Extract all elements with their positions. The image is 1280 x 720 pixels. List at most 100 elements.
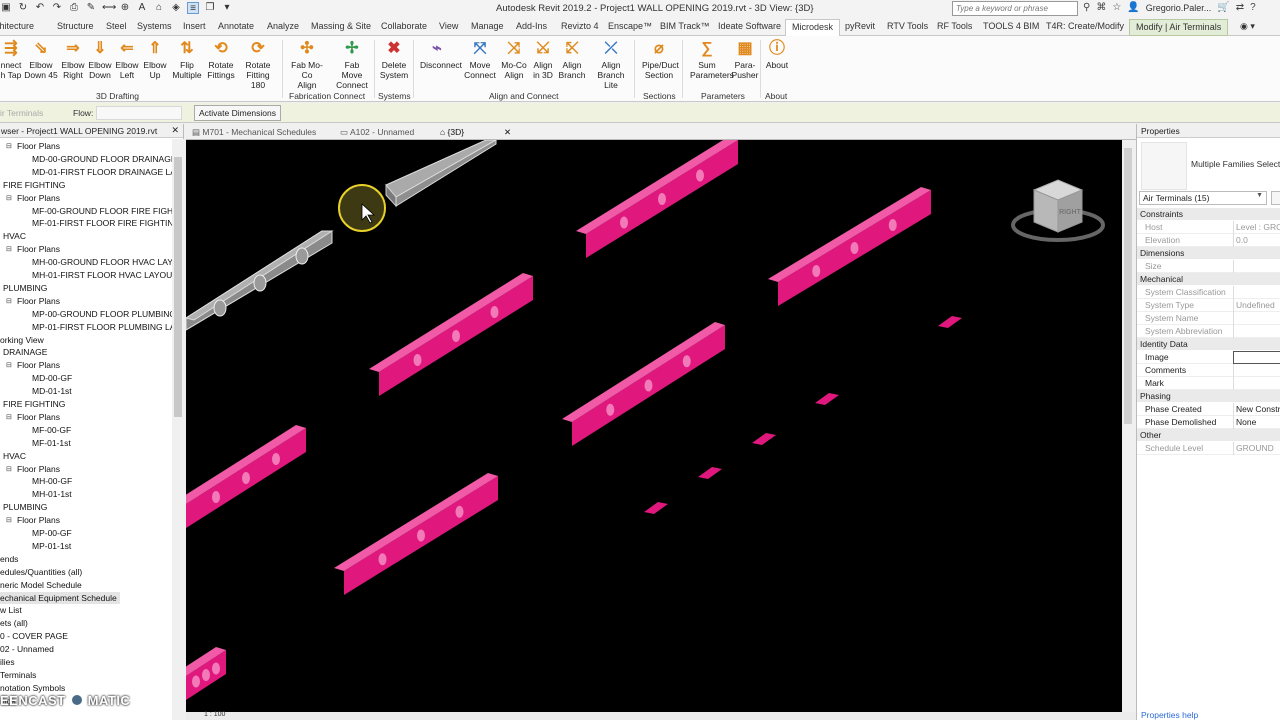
duct-segment-upper[interactable] [385, 140, 498, 208]
user-name[interactable]: Gregorio.Paler... [1146, 3, 1212, 13]
rotate-fittings-button[interactable]: ⟲ Rotate Fittings [204, 38, 238, 88]
about-button[interactable]: ⓘ About [760, 38, 794, 88]
properties-section-header[interactable]: Phasing [1137, 390, 1280, 402]
browser-tree-item[interactable]: HVAC [3, 450, 26, 462]
3d-view-icon[interactable]: ⌂ [153, 2, 165, 14]
browser-tree-item[interactable]: neric Model Schedule [0, 579, 82, 591]
browser-tree-item[interactable]: HVAC [3, 230, 26, 242]
browser-tree-item[interactable]: Floor Plans [17, 463, 60, 475]
delete-system-button[interactable]: ✖ Delete System [377, 38, 411, 88]
fab-move-connect-button[interactable]: ✢ Fab Move Connect [335, 38, 369, 90]
browser-tree-item[interactable]: 0 - COVER PAGE [0, 630, 68, 642]
tab-3d-view[interactable]: ⌂ {3D} ✕ [440, 127, 511, 138]
tag-icon[interactable]: ⊕ [119, 2, 131, 14]
browser-tree-item[interactable]: 02 - Unnamed [0, 643, 54, 655]
tab-tools-4-bim[interactable]: TOOLS 4 BIM [983, 21, 1039, 31]
star-icon[interactable]: ☆ [1112, 2, 1121, 13]
air-terminal-diffuser[interactable] [698, 467, 722, 479]
tab-modify-air-terminals[interactable]: Modify | Air Terminals [1129, 19, 1229, 36]
browser-tree-item[interactable]: MP-00-GF [32, 527, 72, 539]
browser-tree-item[interactable]: MH-00-GF [32, 475, 72, 487]
print-icon[interactable]: ⎙ [68, 2, 80, 14]
user-icon[interactable]: 👤 [1127, 2, 1139, 13]
browser-tree-item[interactable]: MH-01-1st [32, 488, 72, 500]
view-scrollbar[interactable] [1122, 140, 1134, 712]
text-icon[interactable]: A [136, 2, 148, 14]
tab-bim-track[interactable]: BIM Track™ [660, 21, 710, 31]
properties-section-header[interactable]: Constraints [1137, 208, 1280, 220]
tab-rf-tools[interactable]: RF Tools [937, 21, 972, 31]
browser-tree-item[interactable]: Floor Plans [17, 243, 60, 255]
fab-moco-align-button[interactable]: ✣ Fab Mo-Co Align [290, 38, 324, 90]
browser-tree-item[interactable]: MD-01-1st [32, 385, 72, 397]
browser-tree-item[interactable]: MH-01-FIRST FLOOR HVAC LAYOUT [32, 269, 172, 281]
property-value[interactable] [1233, 364, 1280, 377]
view-cube[interactable]: RIGHT [1011, 179, 1105, 242]
type-selector-name[interactable]: Multiple Families Selected [1191, 159, 1280, 169]
sync-icon[interactable]: ↻ [17, 2, 29, 14]
collapse-toggle-icon[interactable]: ⊟ [6, 245, 12, 253]
browser-tree-item[interactable]: MH-00-GROUND FLOOR HVAC LAYO [32, 256, 172, 268]
browser-tree-item[interactable]: MF-01-1st [32, 437, 71, 449]
browser-tree-item[interactable]: MP-01-1st [32, 540, 71, 552]
align-branch-lite-button[interactable]: ⤫ Align Branch Lite [594, 38, 628, 90]
browser-tree-item[interactable]: Terminals [0, 669, 36, 681]
browser-tree-item[interactable]: MD-00-GROUND FLOOR DRAINAGE [32, 153, 172, 165]
browser-tree-item[interactable]: Floor Plans [17, 140, 60, 152]
elbow-down-45-button[interactable]: ⇘ Elbow Down 45 [24, 38, 58, 88]
tab-ideate-software[interactable]: Ideate Software [718, 21, 781, 31]
tab-enscape[interactable]: Enscape™ [608, 21, 652, 31]
tab-add-ins[interactable]: Add-Ins [516, 21, 547, 31]
tab-view[interactable]: View [439, 21, 458, 31]
browser-tree-item[interactable]: ets (all) [0, 617, 28, 629]
tab-revizto[interactable]: Revizto 4 [561, 21, 599, 31]
scrollbar-thumb[interactable] [174, 157, 182, 417]
properties-section-header[interactable]: Other [1137, 429, 1280, 441]
browser-tree-item[interactable]: echanical Equipment Schedule [0, 591, 120, 604]
3d-view-canvas[interactable]: RIGHT [186, 140, 1122, 712]
tab-m701-mechanical-schedules[interactable]: ▤ M701 - Mechanical Schedules [192, 127, 316, 138]
browser-tree-item[interactable]: Floor Plans [17, 295, 60, 307]
instance-filter-dropdown[interactable]: Air Terminals (15) ▼ [1139, 191, 1267, 205]
close-icon[interactable]: ✕ [171, 125, 179, 136]
browser-tree-item[interactable]: Floor Plans [17, 192, 60, 204]
tab-analyze[interactable]: Analyze [267, 21, 299, 31]
browser-tree-item[interactable]: MD-01-FIRST FLOOR DRAINAGE LAY [32, 166, 172, 178]
properties-section-header[interactable]: Identity Data [1137, 338, 1280, 350]
browser-tree-item[interactable]: edules/Quantities (all) [0, 566, 82, 578]
qat-dropdown-icon[interactable]: ▾ [221, 2, 233, 14]
browser-tree-item[interactable]: FIRE FIGHTING [3, 179, 65, 191]
edit-type-button[interactable] [1271, 191, 1280, 205]
cart-icon[interactable]: 🛒 [1217, 2, 1229, 13]
collapse-toggle-icon[interactable]: ⊟ [6, 465, 12, 473]
collapse-toggle-icon[interactable]: ⊟ [6, 361, 12, 369]
para-pusher-button[interactable]: ▦ Para- Pusher [728, 38, 762, 88]
tab-a102-unnamed[interactable]: ▭ A102 - Unnamed [340, 127, 414, 138]
browser-tree-item[interactable]: ends [0, 553, 18, 565]
browser-tree-item[interactable]: PLUMBING [3, 501, 47, 513]
browser-tree-item[interactable]: MP-01-FIRST FLOOR PLUMBING LAY [32, 321, 172, 333]
properties-section-header[interactable]: Dimensions [1137, 247, 1280, 259]
tab-microdesk[interactable]: Microdesk [785, 19, 841, 36]
collapse-toggle-icon[interactable]: ⊟ [6, 194, 12, 202]
scrollbar-thumb[interactable] [1124, 148, 1132, 424]
property-value[interactable]: None [1233, 416, 1280, 429]
exchange-icon[interactable]: ⇄ [1236, 2, 1244, 13]
search-input[interactable]: Type a keyword or phrase [952, 1, 1078, 16]
collapse-toggle-icon[interactable]: ⊟ [6, 142, 12, 150]
tab-collaborate[interactable]: Collaborate [381, 21, 427, 31]
browser-tree-item[interactable]: Floor Plans [17, 514, 60, 526]
tab-systems[interactable]: Systems [137, 21, 172, 31]
air-terminal-diffuser[interactable] [815, 393, 839, 405]
browser-tree-item[interactable]: PLUMBING [3, 282, 47, 294]
help-icon[interactable]: ? [1250, 2, 1256, 13]
browser-tree-item[interactable]: w List [0, 604, 22, 616]
tab-rtv-tools[interactable]: RTV Tools [887, 21, 928, 31]
undo-icon[interactable]: ↶ [34, 2, 46, 14]
save-icon[interactable]: ▣ [0, 2, 12, 14]
tab-structure[interactable]: Structure [57, 21, 94, 31]
flow-input[interactable] [96, 106, 182, 120]
tab-steel[interactable]: Steel [106, 21, 127, 31]
close-icon[interactable]: ✕ [504, 127, 511, 137]
tab-insert[interactable]: Insert [183, 21, 206, 31]
